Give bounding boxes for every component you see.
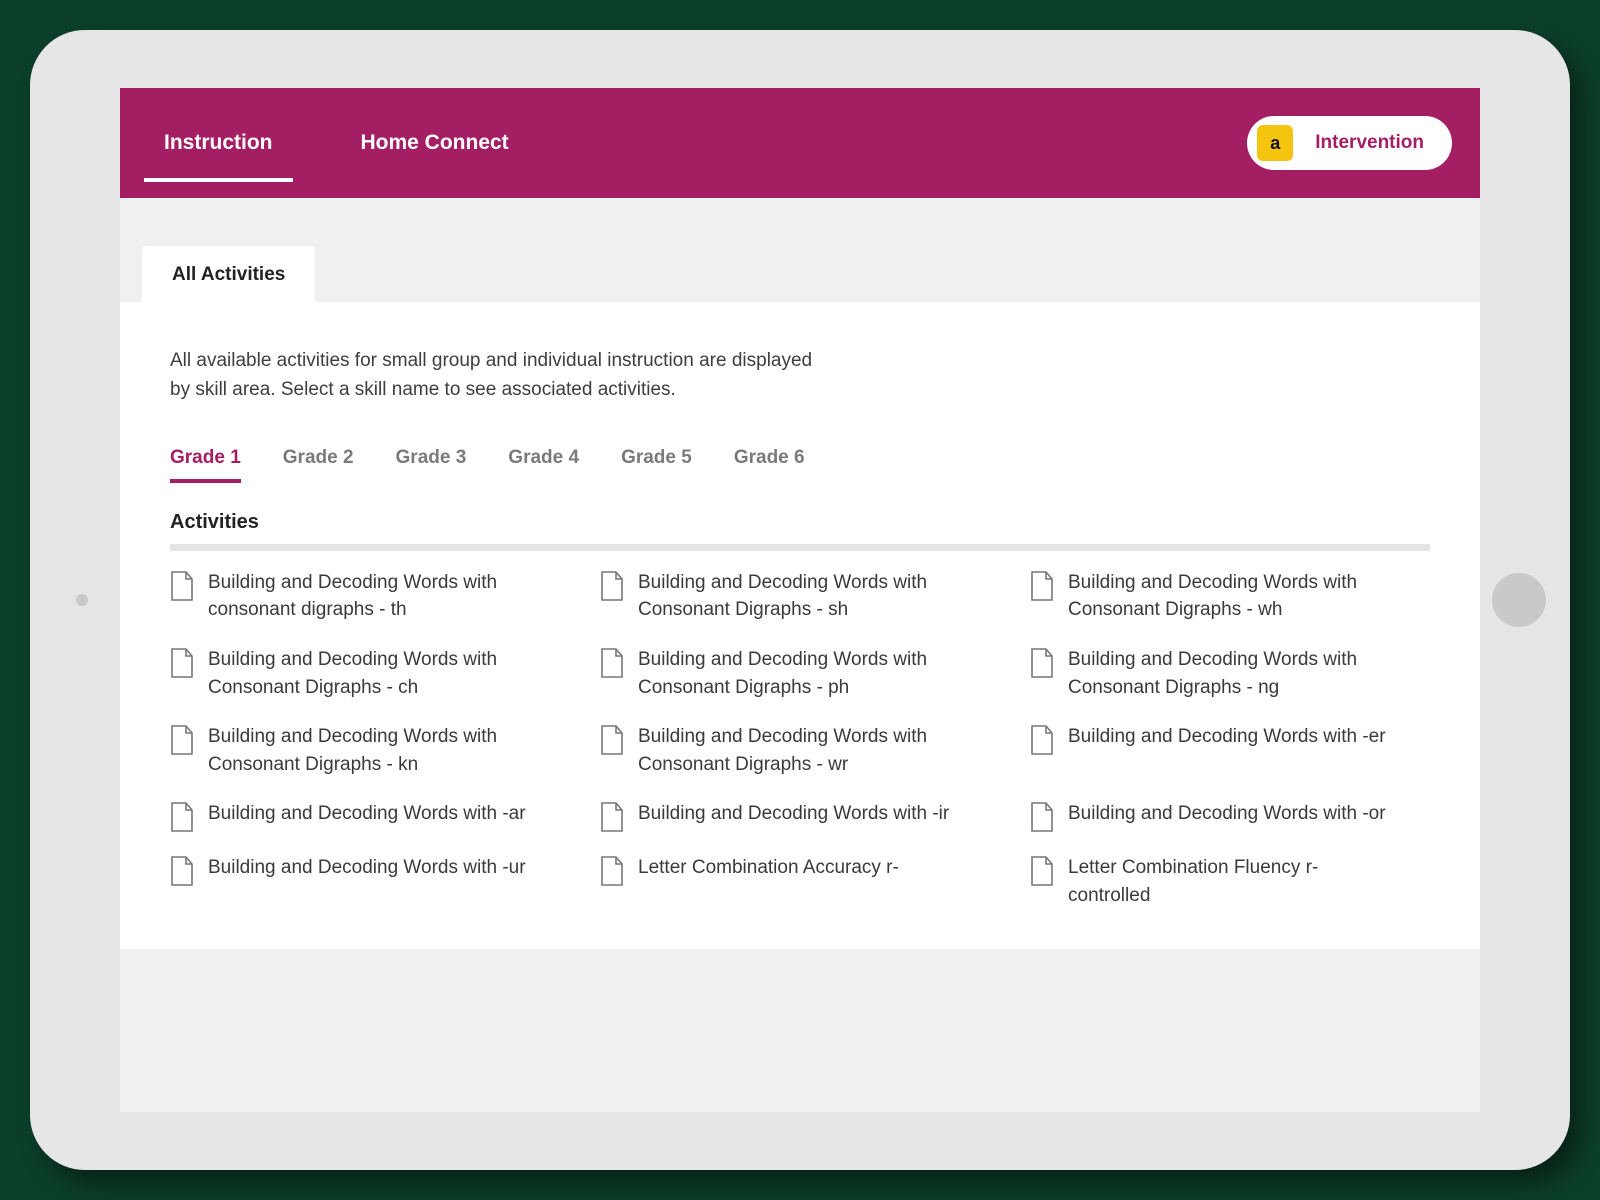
content-panel: All available activities for small group… <box>120 302 1480 949</box>
activity-label: Building and Decoding Words with -ar <box>208 800 526 828</box>
activity-label: Building and Decoding Words with -ur <box>208 854 526 882</box>
document-icon <box>600 648 624 678</box>
intervention-pill[interactable]: a Intervention <box>1247 116 1452 170</box>
activity-item[interactable]: Building and Decoding Words with Consona… <box>600 646 1000 701</box>
activity-label: Building and Decoding Words with -er <box>1068 723 1386 751</box>
activity-label: Building and Decoding Words with consona… <box>208 569 528 624</box>
document-icon <box>1030 648 1054 678</box>
activity-grid: Building and Decoding Words with consona… <box>170 569 1430 909</box>
grade-tab-grade-2[interactable]: Grade 2 <box>283 447 354 483</box>
screen: InstructionHome Connect a Intervention A… <box>120 88 1480 1112</box>
activity-item[interactable]: Building and Decoding Words with Consona… <box>170 646 570 701</box>
activity-label: Building and Decoding Words with Consona… <box>638 569 958 624</box>
home-button[interactable] <box>1492 573 1546 627</box>
grade-tab-grade-6[interactable]: Grade 6 <box>734 447 805 483</box>
document-icon <box>170 648 194 678</box>
tablet-frame: InstructionHome Connect a Intervention A… <box>30 30 1570 1170</box>
grade-tab-grade-4[interactable]: Grade 4 <box>508 447 579 483</box>
activity-label: Building and Decoding Words with Consona… <box>1068 569 1388 624</box>
activity-item[interactable]: Building and Decoding Words with -ir <box>600 800 1000 832</box>
activity-item[interactable]: Building and Decoding Words with -ur <box>170 854 570 909</box>
activity-item[interactable]: Building and Decoding Words with Consona… <box>1030 569 1430 624</box>
top-nav: InstructionHome Connect a Intervention <box>120 88 1480 198</box>
activity-item[interactable]: Building and Decoding Words with -er <box>1030 723 1430 778</box>
activity-label: Building and Decoding Words with Consona… <box>638 723 958 778</box>
activity-label: Building and Decoding Words with -or <box>1068 800 1386 828</box>
document-icon <box>600 802 624 832</box>
camera-dot <box>76 594 88 606</box>
activity-label: Building and Decoding Words with -ir <box>638 800 949 828</box>
activity-label: Building and Decoding Words with Consona… <box>638 646 958 701</box>
nav-tab-home-connect[interactable]: Home Connect <box>317 88 553 198</box>
activity-item[interactable]: Building and Decoding Words with Consona… <box>170 723 570 778</box>
subtab-row: All Activities <box>120 198 1480 302</box>
document-icon <box>170 571 194 601</box>
tab-all-activities[interactable]: All Activities <box>142 246 315 302</box>
document-icon <box>1030 571 1054 601</box>
activity-label: Building and Decoding Words with Consona… <box>208 646 528 701</box>
intro-text: All available activities for small group… <box>170 346 830 405</box>
grade-tab-grade-3[interactable]: Grade 3 <box>396 447 467 483</box>
activity-item[interactable]: Building and Decoding Words with Consona… <box>600 569 1000 624</box>
section-title: Activities <box>170 511 1430 534</box>
activity-item[interactable]: Building and Decoding Words with -or <box>1030 800 1430 832</box>
intervention-label: Intervention <box>1315 132 1424 154</box>
activity-item[interactable]: Building and Decoding Words with -ar <box>170 800 570 832</box>
activity-item[interactable]: Building and Decoding Words with Consona… <box>1030 646 1430 701</box>
document-icon <box>1030 856 1054 886</box>
activity-item[interactable]: Building and Decoding Words with Consona… <box>600 723 1000 778</box>
document-icon <box>600 571 624 601</box>
intervention-badge-icon: a <box>1257 125 1293 161</box>
document-icon <box>1030 725 1054 755</box>
document-icon <box>170 856 194 886</box>
activity-item[interactable]: Letter Combination Accuracy r- <box>600 854 1000 909</box>
document-icon <box>600 725 624 755</box>
activity-label: Building and Decoding Words with Consona… <box>208 723 528 778</box>
grade-tab-grade-5[interactable]: Grade 5 <box>621 447 692 483</box>
document-icon <box>170 802 194 832</box>
activity-label: Building and Decoding Words with Consona… <box>1068 646 1388 701</box>
grade-tabs: Grade 1 Grade 2 Grade 3 Grade 4 Grade 5 Grade… <box>170 447 1430 483</box>
document-icon <box>1030 802 1054 832</box>
document-icon <box>170 725 194 755</box>
activity-label: Letter Combination Fluency r-controlled <box>1068 854 1388 909</box>
activity-item[interactable]: Building and Decoding Words with consona… <box>170 569 570 624</box>
divider <box>170 544 1430 551</box>
nav-tabs: InstructionHome Connect <box>120 88 553 198</box>
nav-tab-instruction[interactable]: Instruction <box>120 88 317 198</box>
activity-item[interactable]: Letter Combination Fluency r-controlled <box>1030 854 1430 909</box>
document-icon <box>600 856 624 886</box>
activity-label: Letter Combination Accuracy r- <box>638 854 899 882</box>
grade-tab-grade-1[interactable]: Grade 1 <box>170 447 241 483</box>
